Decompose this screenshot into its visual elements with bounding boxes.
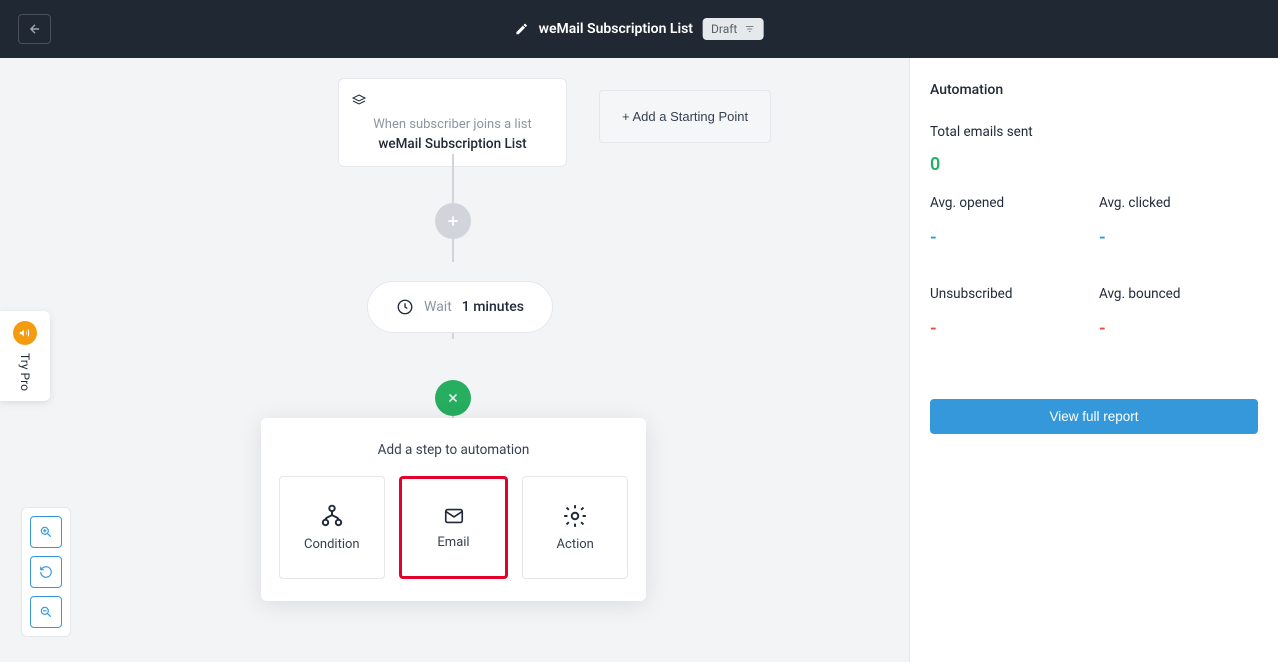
step-option-label: Condition (304, 537, 360, 552)
stat-avg-bounced: Avg. bounced - (1099, 286, 1258, 339)
gear-icon (562, 503, 588, 529)
status-badge-text: Draft (711, 22, 737, 36)
automation-title[interactable]: weMail Subscription List (539, 21, 693, 37)
sidebar-heading: Automation (930, 82, 1258, 98)
zoom-controls (21, 507, 71, 637)
pencil-icon[interactable] (515, 22, 529, 36)
email-icon (441, 505, 467, 527)
megaphone-icon (13, 321, 37, 345)
stat-label: Avg. opened (930, 195, 1089, 211)
zoom-reset-button[interactable] (30, 556, 62, 588)
branch-icon (319, 503, 345, 529)
zoom-in-icon (39, 525, 53, 539)
wait-node[interactable]: Wait 1 minutes (367, 281, 553, 333)
step-option-email[interactable]: Email (399, 476, 509, 579)
back-button[interactable] (18, 14, 51, 44)
stat-value: - (1099, 318, 1258, 339)
wait-duration: 1 minutes (462, 299, 524, 315)
filter-icon (743, 24, 755, 34)
zoom-out-icon (39, 605, 53, 619)
step-option-label: Email (437, 535, 469, 550)
status-badge[interactable]: Draft (703, 18, 763, 40)
zoom-out-button[interactable] (30, 596, 62, 628)
stat-avg-clicked: Avg. clicked - (1099, 195, 1258, 248)
step-option-label: Action (557, 537, 594, 552)
add-step-panel: Add a step to automation Condition Email… (261, 418, 646, 601)
add-starting-point-button[interactable]: + Add a Starting Point (599, 90, 771, 143)
step-option-condition[interactable]: Condition (279, 476, 385, 579)
stat-label: Avg. bounced (1099, 286, 1258, 302)
wait-label: Wait (424, 299, 452, 315)
try-pro-label: Try Pro (18, 353, 32, 391)
plus-icon (445, 213, 461, 229)
trigger-list-name: weMail Subscription List (349, 136, 556, 152)
stat-avg-opened: Avg. opened - (930, 195, 1089, 248)
stat-value: - (1099, 227, 1258, 248)
layers-icon (349, 93, 369, 109)
stat-label: Unsubscribed (930, 286, 1089, 302)
total-emails-label: Total emails sent (930, 124, 1258, 140)
close-step-panel-button[interactable] (435, 380, 471, 416)
step-option-action[interactable]: Action (522, 476, 628, 579)
refresh-icon (39, 565, 53, 579)
stat-value: - (930, 318, 1089, 339)
try-pro-tab[interactable]: Try Pro (0, 311, 50, 401)
view-report-button[interactable]: View full report (930, 399, 1258, 434)
zoom-in-button[interactable] (30, 516, 62, 548)
trigger-subtitle: When subscriber joins a list (349, 117, 556, 132)
add-step-button[interactable] (435, 203, 471, 239)
total-emails-value: 0 (930, 154, 1258, 175)
stat-value: - (930, 227, 1089, 248)
clock-icon (396, 298, 414, 316)
stats-sidebar: Automation Total emails sent 0 Avg. open… (909, 58, 1278, 662)
stat-unsubscribed: Unsubscribed - (930, 286, 1089, 339)
arrow-left-icon (28, 22, 42, 36)
step-panel-title: Add a step to automation (279, 442, 628, 458)
topbar-title-group: weMail Subscription List Draft (515, 18, 764, 40)
automation-canvas[interactable]: When subscriber joins a list weMail Subs… (0, 58, 909, 662)
close-icon (446, 391, 460, 405)
stat-label: Avg. clicked (1099, 195, 1258, 211)
topbar: weMail Subscription List Draft (0, 0, 1278, 58)
